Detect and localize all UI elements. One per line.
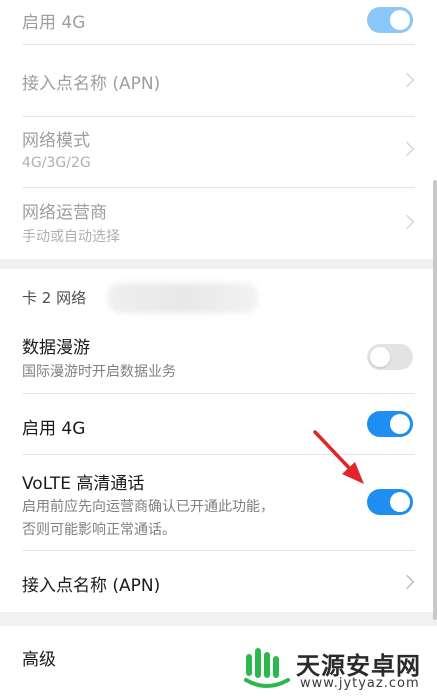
sim2-section-label: 卡 2 网络 [22, 289, 87, 307]
sim1-carrier-label: 网络运营商 [22, 203, 107, 223]
sim2-apn-label: 接入点名称 (APN) [22, 576, 161, 596]
watermark-logo-icon [244, 648, 290, 688]
toggle-knob [370, 347, 390, 367]
sim2-roaming-toggle[interactable] [367, 344, 413, 370]
sim2-volte-toggle[interactable] [367, 489, 413, 515]
sim2-roaming-label: 数据漫游 [22, 338, 90, 358]
sim1-carrier-row[interactable]: 网络运营商 手动或自动选择 [0, 188, 437, 258]
sim2-enable-4g-toggle[interactable] [367, 411, 413, 437]
toggle-knob [390, 10, 410, 30]
sim2-roaming-row[interactable]: 数据漫游 国际漫游时开启数据业务 [0, 322, 437, 392]
sim2-enable-4g-label: 启用 4G [22, 419, 86, 439]
sim2-enable-4g-row[interactable]: 启用 4G [0, 394, 437, 454]
watermark-url: www.jytyaz.com [300, 676, 420, 691]
chevron-right-icon [399, 141, 415, 157]
toggle-knob [390, 414, 410, 434]
sim1-network-mode-value: 4G/3G/2G [22, 155, 91, 171]
mobile-network-settings: 启用 4G 接入点名称 (APN) 网络模式 4G/3G/2G 网络运营商 手动… [0, 0, 437, 696]
sim1-enable-4g-row[interactable]: 启用 4G [0, 0, 437, 42]
sim1-network-mode-row[interactable]: 网络模式 4G/3G/2G [0, 117, 437, 187]
toggle-knob [390, 492, 410, 512]
watermark: 天源安卓网 www.jytyaz.com [240, 642, 437, 696]
sim2-apn-row[interactable]: 接入点名称 (APN) [0, 551, 437, 612]
sim2-volte-desc-line1: 启用前应先向运营商确认已开通此功能， [22, 499, 274, 515]
redacted-sim-info [108, 283, 258, 313]
sim1-apn-label: 接入点名称 (APN) [22, 74, 161, 94]
scrollbar[interactable] [433, 180, 437, 620]
sim1-enable-4g-toggle[interactable] [367, 7, 413, 33]
sim2-roaming-desc: 国际漫游时开启数据业务 [22, 364, 176, 380]
chevron-right-icon [399, 72, 415, 88]
section-gap [0, 259, 437, 269]
sim2-volte-label: VoLTE 高清通话 [22, 474, 145, 494]
chevron-right-icon [399, 574, 415, 590]
sim1-enable-4g-label: 启用 4G [22, 13, 86, 33]
chevron-right-icon [399, 214, 415, 230]
sim2-volte-desc-line2: 否则可能影响正常通话。 [22, 522, 176, 538]
sim1-apn-row[interactable]: 接入点名称 (APN) [0, 45, 437, 116]
sim1-network-mode-label: 网络模式 [22, 131, 90, 151]
advanced-label: 高级 [22, 650, 56, 670]
sim1-carrier-value: 手动或自动选择 [22, 229, 120, 245]
sim2-volte-row[interactable]: VoLTE 高清通话 启用前应先向运营商确认已开通此功能， 否则可能影响正常通话… [0, 455, 437, 550]
section-gap [0, 612, 437, 626]
